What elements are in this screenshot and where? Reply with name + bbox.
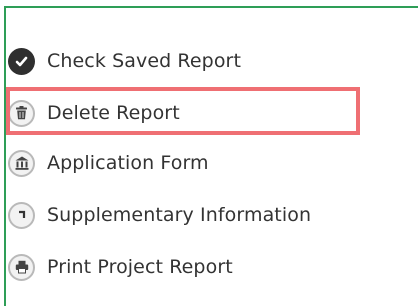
bank-building-icon (8, 149, 35, 177)
printer-icon (8, 253, 35, 281)
application-form-label: Application Form (47, 152, 209, 174)
application-form-item[interactable]: Application Form (8, 142, 388, 184)
delete-report-item[interactable]: Delete Report (8, 92, 388, 134)
corner-arrow-icon (8, 201, 35, 229)
check-saved-report-label: Check Saved Report (47, 50, 242, 72)
print-project-report-label: Print Project Report (47, 256, 233, 278)
check-circle-icon (8, 47, 35, 75)
supplementary-information-label: Supplementary Information (47, 204, 312, 226)
trash-icon (8, 99, 35, 127)
supplementary-information-item[interactable]: Supplementary Information (8, 194, 388, 236)
check-saved-report-item[interactable]: Check Saved Report (8, 40, 388, 82)
delete-report-label: Delete Report (47, 102, 180, 124)
print-project-report-item[interactable]: Print Project Report (8, 246, 388, 288)
